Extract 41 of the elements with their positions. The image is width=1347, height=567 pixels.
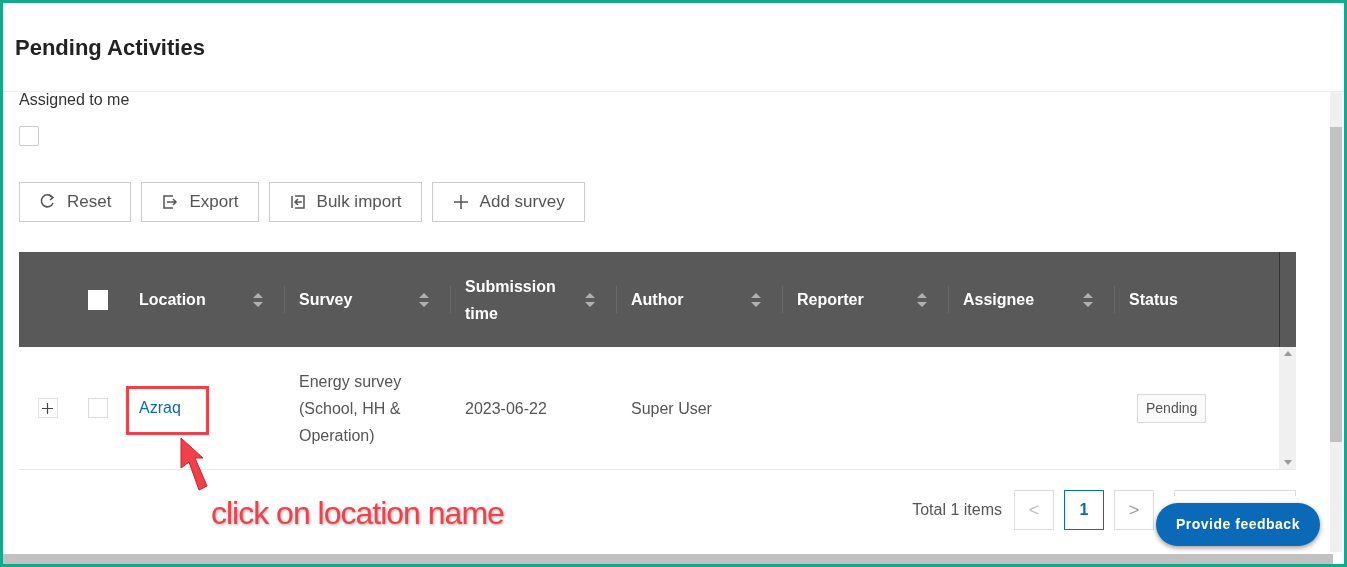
sort-icon[interactable] xyxy=(1083,291,1093,308)
import-icon xyxy=(288,193,307,211)
total-items: Total 1 items xyxy=(912,500,1002,520)
toolbar-button[interactable]: Bulk import xyxy=(268,182,422,222)
location-link[interactable]: Azraq xyxy=(139,396,181,420)
select-all-checkbox[interactable] xyxy=(88,289,108,310)
vertical-scrollbar[interactable] xyxy=(1330,92,1342,552)
column-header[interactable]: Assignee xyxy=(963,286,1053,313)
plus-icon xyxy=(42,402,53,414)
toolbar-button[interactable]: Export xyxy=(141,182,259,222)
expand-button[interactable] xyxy=(37,398,58,418)
column-header[interactable]: Submission time xyxy=(465,272,555,327)
column-header[interactable]: Status xyxy=(1129,286,1219,313)
feedback-button[interactable]: Provide feedback xyxy=(1156,503,1320,546)
scroll-down-icon[interactable] xyxy=(1283,460,1292,465)
sort-icon[interactable] xyxy=(419,291,429,308)
annotation-text: click on location name xyxy=(211,494,504,533)
scroll-up-icon[interactable] xyxy=(1283,351,1292,356)
sort-icon[interactable] xyxy=(253,291,263,308)
plus-icon xyxy=(451,193,470,211)
page-title: Pending Activities xyxy=(15,33,205,62)
row-checkbox[interactable] xyxy=(88,398,108,418)
table-cell-text: 2023-06-22 xyxy=(465,398,547,419)
sort-icon[interactable] xyxy=(751,291,761,308)
page-button[interactable]: 1 xyxy=(1064,490,1104,530)
sort-icon[interactable] xyxy=(917,291,927,308)
table-cell-text: Energy survey (School, HH & Operation) xyxy=(299,371,403,446)
export-icon xyxy=(161,193,180,211)
column-header[interactable]: Location xyxy=(139,286,229,313)
refresh-icon xyxy=(39,193,57,211)
table-cell-text: Super User xyxy=(631,398,712,419)
toolbar-button[interactable]: Reset xyxy=(19,182,132,222)
column-header[interactable]: Reporter xyxy=(797,286,887,313)
toolbar-button[interactable]: Add survey xyxy=(431,182,585,222)
checkbox[interactable] xyxy=(19,126,39,146)
horizontal-scrollbar[interactable] xyxy=(3,554,1333,564)
status-badge: Pending xyxy=(1137,393,1207,423)
table-scrollbar[interactable] xyxy=(1279,347,1296,469)
column-header[interactable]: Survey xyxy=(299,286,389,313)
sort-icon[interactable] xyxy=(585,291,595,308)
column-header[interactable]: Author xyxy=(631,286,721,313)
